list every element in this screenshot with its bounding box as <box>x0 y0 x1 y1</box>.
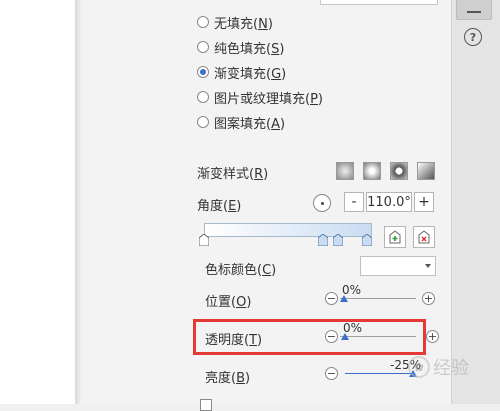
position-slider-track[interactable] <box>340 298 416 299</box>
help-icon: ? <box>464 28 482 46</box>
gradient-stop[interactable] <box>333 234 343 246</box>
transparency-increase-button[interactable]: + <box>426 330 439 343</box>
stop-color-dropdown[interactable] <box>360 256 436 276</box>
gradient-style-linear-button[interactable] <box>336 162 354 180</box>
side-toolbar <box>451 0 500 404</box>
fill-option-pattern[interactable]: 图案填充(A) <box>197 113 285 132</box>
position-decrease-button[interactable]: − <box>325 292 338 305</box>
remove-stop-icon <box>418 230 430 244</box>
gradient-bar[interactable] <box>204 223 372 237</box>
gradient-style-path-button[interactable] <box>417 162 435 180</box>
angle-label: 角度(E) <box>197 199 242 214</box>
radio-button[interactable] <box>197 91 209 103</box>
gradient-style-radial-button[interactable] <box>363 162 381 180</box>
partial-checkbox[interactable] <box>200 399 212 411</box>
position-value: 0% <box>342 283 362 297</box>
gradient-stop[interactable] <box>199 234 209 246</box>
add-stop-icon <box>389 230 401 244</box>
chevron-down-icon <box>425 264 431 268</box>
position-increase-button[interactable]: + <box>422 292 435 305</box>
stop-color-label: 色标颜色(C) <box>205 263 277 278</box>
radio-button[interactable] <box>197 41 209 53</box>
sliders-icon <box>467 10 481 16</box>
document-area <box>0 0 75 404</box>
radio-button-checked[interactable] <box>197 66 209 78</box>
fill-option-picture[interactable]: 图片或纹理填充(P) <box>197 88 323 107</box>
help-button[interactable]: ? <box>456 24 490 50</box>
top-partial-field[interactable] <box>320 0 438 5</box>
paw-icon: ✿ <box>408 356 430 378</box>
radio-button[interactable] <box>197 116 209 128</box>
fill-option-gradient[interactable]: 渐变填充(G) <box>197 63 286 82</box>
fill-option-none[interactable]: 无填充(N) <box>197 13 273 32</box>
watermark: ✿ 经验 <box>408 354 469 380</box>
angle-decrease-button[interactable]: - <box>344 192 364 212</box>
gradient-style-label: 渐变样式(R) <box>197 167 269 182</box>
angle-input[interactable]: 110.0° <box>366 192 412 212</box>
gradient-style-rect-button[interactable] <box>390 162 408 180</box>
brightness-slider-track[interactable] <box>345 373 415 374</box>
brightness-label: 亮度(B) <box>205 371 251 386</box>
radio-button[interactable] <box>197 16 209 28</box>
angle-increase-button[interactable]: + <box>414 192 434 212</box>
angle-dial[interactable] <box>313 194 331 212</box>
add-gradient-stop-button[interactable] <box>384 226 406 248</box>
gradient-stop[interactable] <box>362 234 372 246</box>
highlight-box <box>193 319 426 355</box>
properties-tab-button[interactable] <box>456 0 492 20</box>
remove-gradient-stop-button[interactable] <box>413 226 435 248</box>
fill-option-solid[interactable]: 纯色填充(S) <box>197 38 284 57</box>
brightness-decrease-button[interactable]: − <box>325 367 338 380</box>
gradient-stop[interactable] <box>318 234 328 246</box>
position-label: 位置(O) <box>205 295 252 310</box>
